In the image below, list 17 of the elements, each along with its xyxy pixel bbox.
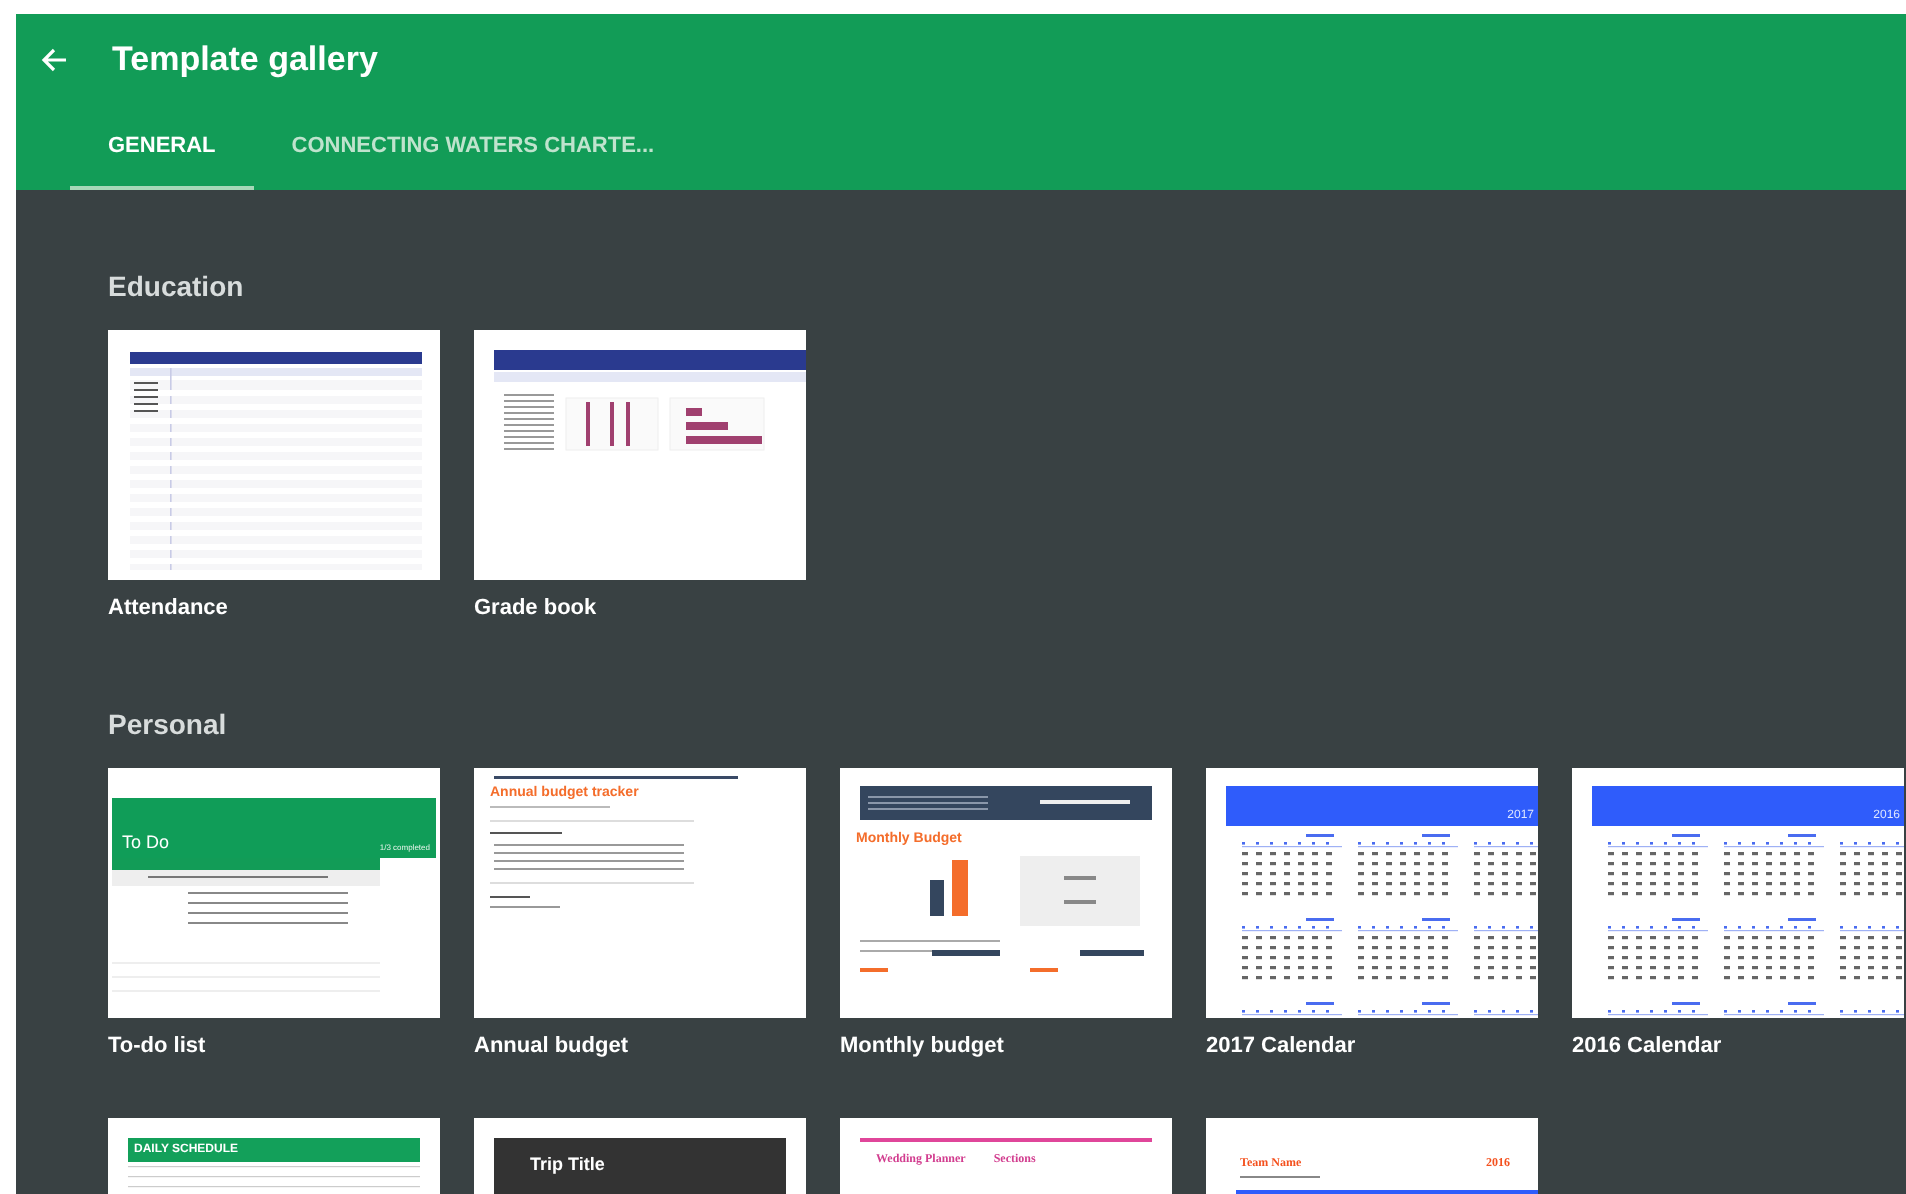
section-title: Education: [108, 270, 246, 302]
template-thumbnail[interactable]: Trip Title: [474, 1118, 806, 1194]
template-thumbnail[interactable]: [474, 330, 806, 580]
thumbnail-title: To Do: [122, 832, 170, 852]
thumbnail-title: Trip Title: [530, 1154, 605, 1174]
template-name: 2017 Calendar: [1206, 1034, 1358, 1058]
template-name: To-do list: [108, 1034, 208, 1058]
template-name: Attendance: [108, 596, 230, 620]
back-arrow-icon: [40, 46, 68, 74]
template-thumbnail[interactable]: [108, 330, 440, 580]
template-name: Grade book: [474, 596, 599, 620]
template-name: Monthly budget: [840, 1034, 1006, 1058]
page-title: Template gallery: [112, 40, 378, 80]
tab[interactable]: CONNECTING WATERS CHARTE...: [253, 98, 693, 190]
template-name: 2016 Calendar: [1572, 1034, 1724, 1058]
template-name: Annual budget: [474, 1034, 630, 1058]
section-title: Personal: [108, 708, 229, 740]
